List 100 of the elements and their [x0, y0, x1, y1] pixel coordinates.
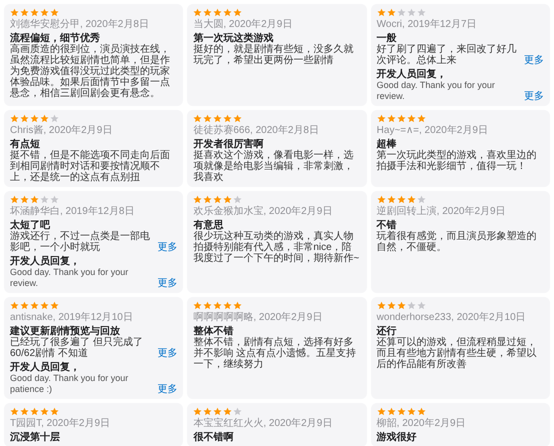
developer-reply-label: 开发人员回复， — [376, 69, 448, 80]
review-title: 建议更新剧情预览与回放 — [10, 326, 120, 337]
star-icon — [40, 301, 49, 310]
review-title: 游戏很好 — [376, 432, 418, 443]
reviewer-byline: 柳韶, 2020年2月9日 — [376, 418, 467, 429]
star-icon — [396, 195, 406, 204]
star-icon — [233, 407, 242, 416]
reviewer-byline: Wocri, 2019年12月7日 — [376, 19, 478, 30]
star-icon — [193, 8, 202, 17]
developer-reply-text: Good day. Thank you for your review. — [10, 267, 130, 289]
star-icon — [193, 114, 202, 123]
star-icon — [30, 114, 39, 123]
review-title: 太短了吧 — [10, 220, 51, 231]
review-text: 还算可以的游戏，但流程稍显过短，而且有些地方剧情有些生硬，希望以后的作品能有所改善 — [376, 337, 538, 370]
star-icon — [233, 195, 242, 204]
star-icon — [376, 301, 386, 310]
review-title: 还行 — [376, 326, 398, 337]
star-icon — [223, 301, 232, 310]
review-text: 已经玩了很多遍了 但只完成了60/62剧情 不知道 — [10, 337, 144, 359]
star-icon — [30, 407, 39, 416]
review-text: 很少玩这种互动类的游戏，真实人物拍摄特别能有代入感，非常nice，陪我度过了一个下午的时间，期待新作~ — [193, 231, 360, 264]
review-title: 整体不错 — [193, 326, 234, 337]
star-icon — [416, 114, 426, 123]
reviewer-byline: 本宝宝红红火火, 2020年2月9日 — [193, 418, 334, 429]
review-text: 好了刷了四遍了，来回改了好几次评论。总体上来 — [376, 44, 518, 66]
star-icon — [376, 407, 386, 416]
review-title: 有点短 — [10, 139, 41, 150]
more-link[interactable]: 更多 — [524, 55, 544, 66]
star-icon — [193, 195, 202, 204]
review-title: 不错 — [376, 220, 397, 231]
developer-reply-text: Good day. Thank you for your patience :) — [10, 373, 130, 395]
review-text: 挺好的，就是剧情有些短，没多久就玩完了，希望出更两份一些剧情 — [193, 44, 354, 66]
star-icon — [193, 407, 202, 416]
star-icon — [213, 195, 222, 204]
star-icon — [30, 8, 39, 17]
star-icon — [203, 407, 212, 416]
star-icon — [50, 195, 59, 204]
star-icon — [203, 301, 212, 310]
star-icon — [406, 407, 416, 416]
developer-reply-label: 开发人员回复， — [10, 256, 81, 267]
star-icon — [20, 8, 29, 17]
reviewer-byline: wonderhorse233, 2020年2月10日 — [376, 312, 527, 323]
star-icon — [233, 114, 242, 123]
star-icon — [233, 8, 242, 17]
star-icon — [386, 301, 396, 310]
star-icon — [406, 8, 416, 17]
star-icon — [396, 301, 406, 310]
review-title: 有意思 — [193, 220, 224, 231]
star-icon — [396, 407, 406, 416]
star-icon — [406, 114, 416, 123]
star-icon — [213, 8, 222, 17]
review-text: 挺不错，但是不能选项不同走向后面到相同剧情时对话和要按情况顺不上，还是统一的这点有点别扭 — [10, 150, 171, 183]
reviewer-byline: 刘德华安慰分甲, 2020年2月8日 — [10, 19, 150, 30]
star-icon — [386, 407, 396, 416]
star-icon — [10, 407, 19, 416]
star-icon — [233, 301, 242, 310]
star-icon — [376, 8, 386, 17]
star-icon — [376, 195, 386, 204]
review-text: 玩着很有感觉，而且演员形象塑造的自然，不僵硬。 — [376, 231, 538, 253]
star-icon — [40, 8, 49, 17]
star-icon — [406, 195, 416, 204]
review-title: 流程偏短，细节优秀 — [10, 33, 100, 44]
star-icon — [20, 301, 29, 310]
more-link[interactable]: 更多 — [157, 348, 178, 359]
star-icon — [30, 301, 39, 310]
reviewer-byline: 当大圆, 2020年2月9日 — [193, 19, 294, 30]
star-icon — [40, 114, 49, 123]
star-icon — [406, 301, 416, 310]
star-icon — [396, 114, 406, 123]
star-icon — [223, 114, 232, 123]
star-icon — [203, 8, 212, 17]
more-link[interactable]: 更多 — [157, 278, 178, 289]
star-icon — [20, 114, 29, 123]
review-text: 整体不错，剧情有点短，选择有好多并不影响 这点有点小遗憾。五星支持一下，继续努力 — [193, 337, 358, 370]
star-icon — [193, 301, 202, 310]
star-icon — [203, 114, 212, 123]
star-icon — [203, 195, 212, 204]
star-icon — [416, 195, 426, 204]
star-icon — [40, 195, 49, 204]
more-link[interactable]: 更多 — [157, 384, 178, 395]
star-icon — [386, 195, 396, 204]
star-icon — [10, 195, 19, 204]
star-icon — [30, 195, 39, 204]
star-icon — [396, 8, 406, 17]
star-icon — [50, 407, 59, 416]
star-icon — [386, 114, 396, 123]
star-icon — [213, 114, 222, 123]
star-icon — [213, 407, 222, 416]
review-text: 挺喜欢这个游戏，像看电影一样，选项就像是给电影当编辑，非常刺激，我喜欢 — [193, 150, 354, 183]
review-title: 沉浸第十层 — [10, 432, 61, 443]
reviewer-byline: antisnake, 2019年12月10日 — [10, 312, 134, 323]
review-text: 高画质造的很到位，演员演技在线，虽然流程比较短剧情也简单，但是作为免费游戏值得没玩过此类型的玩家体验品味。如果后面情节中多留一点悬念，相信三剧回剧会更有悬念。 — [10, 44, 171, 99]
star-icon — [223, 8, 232, 17]
more-link[interactable]: 更多 — [157, 242, 178, 253]
star-icon — [416, 407, 426, 416]
star-icon — [223, 195, 232, 204]
reviewer-byline: Hay~=∧=, 2020年2月9日 — [376, 125, 489, 136]
star-icon — [20, 195, 29, 204]
reviewer-byline: 啊啊啊啊啊略, 2020年2月9日 — [193, 312, 324, 323]
more-link[interactable]: 更多 — [524, 91, 544, 102]
